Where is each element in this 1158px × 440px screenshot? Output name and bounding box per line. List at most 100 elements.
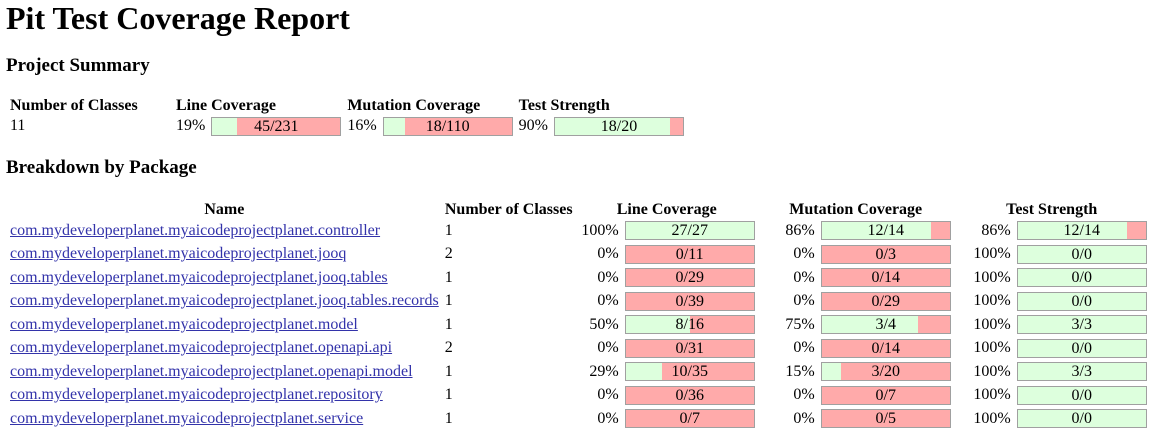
mutation-coverage-bar-label: 0/29 bbox=[871, 292, 900, 310]
table-row: com.mydeveloperplanet.myaicodeprojectpla… bbox=[8, 313, 1149, 337]
package-link[interactable]: com.mydeveloperplanet.myaicodeprojectpla… bbox=[10, 363, 413, 380]
summary-classes-header: Number of Classes bbox=[10, 97, 138, 114]
table-row: com.mydeveloperplanet.myaicodeprojectpla… bbox=[8, 290, 1149, 314]
project-summary-heading: Project Summary bbox=[6, 55, 150, 76]
summary-mutation-header: Mutation Coverage bbox=[347, 97, 481, 114]
summary-line-pct: 19% bbox=[176, 117, 206, 134]
breakdown-header-row: Name Number of Classes Line Coverage Mut… bbox=[8, 197, 1149, 219]
strength-bar-cell: 0/0 bbox=[1015, 290, 1149, 314]
line-coverage-bar-label: 0/36 bbox=[675, 386, 704, 404]
line-coverage-bar: 8/16 bbox=[624, 315, 755, 335]
line-pct-cell: 0% bbox=[597, 292, 619, 310]
strength-pct-cell: 100% bbox=[973, 245, 1011, 263]
strength-coverage-bar: 0/0 bbox=[1016, 268, 1147, 288]
line-coverage-bar: 0/39 bbox=[624, 291, 755, 311]
breakdown-line-header: Line Coverage bbox=[616, 201, 717, 218]
summary-line-header: Line Coverage bbox=[176, 97, 276, 114]
strength-pct-cell: 100% bbox=[973, 339, 1011, 357]
package-link[interactable]: com.mydeveloperplanet.myaicodeprojectpla… bbox=[10, 410, 363, 427]
mutation-coverage-bar: 12/14 bbox=[820, 221, 951, 241]
strength-coverage-bar-label: 3/3 bbox=[1071, 363, 1092, 381]
line-pct-cell: 0% bbox=[597, 339, 619, 357]
summary-mutation-bar: 18/110 bbox=[382, 116, 513, 136]
line-bar-cell: 0/11 bbox=[623, 243, 757, 267]
summary-mutation-bar-label: 18/110 bbox=[425, 117, 470, 135]
mutation-coverage-bar-label: 0/14 bbox=[871, 339, 900, 357]
line-coverage-bar-label: 27/27 bbox=[671, 222, 708, 240]
breakdown-heading: Breakdown by Package bbox=[6, 157, 197, 178]
mutation-coverage-bar: 0/29 bbox=[820, 291, 951, 311]
strength-pct-cell: 100% bbox=[973, 268, 1011, 286]
line-coverage-bar-label: 0/11 bbox=[675, 245, 704, 263]
summary-line-bar: 45/231 bbox=[211, 116, 342, 136]
strength-coverage-bar: 0/0 bbox=[1016, 244, 1147, 264]
package-link[interactable]: com.mydeveloperplanet.myaicodeprojectpla… bbox=[10, 316, 358, 333]
mutation-coverage-bar-label: 12/14 bbox=[867, 222, 904, 240]
mutation-pct-cell: 75% bbox=[785, 315, 815, 333]
strength-coverage-bar: 0/0 bbox=[1016, 385, 1147, 405]
strength-coverage-bar-label: 0/0 bbox=[1071, 386, 1092, 404]
summary-line-cell: 45/231 bbox=[209, 115, 343, 137]
mutation-bar-cell: 0/3 bbox=[819, 243, 953, 267]
mutation-bar-cell: 0/14 bbox=[819, 266, 953, 290]
summary-line-bar-label: 45/231 bbox=[254, 117, 299, 135]
summary-header-row: Number of Classes Line Coverage Mutation… bbox=[8, 95, 686, 115]
package-classes-cell: 1 bbox=[444, 292, 453, 310]
mutation-bar-cell: 3/20 bbox=[819, 360, 953, 384]
line-bar-cell: 10/35 bbox=[623, 360, 757, 384]
table-row: com.mydeveloperplanet.myaicodeprojectpla… bbox=[8, 337, 1149, 361]
strength-coverage-bar: 0/0 bbox=[1016, 409, 1147, 429]
mutation-pct-cell: 0% bbox=[793, 292, 815, 310]
strength-bar-cell: 0/0 bbox=[1015, 337, 1149, 361]
line-coverage-bar: 0/36 bbox=[624, 385, 755, 405]
summary-strength-cell: 18/20 bbox=[552, 115, 686, 137]
mutation-bar-cell: 3/4 bbox=[819, 313, 953, 337]
line-coverage-bar: 27/27 bbox=[624, 221, 755, 241]
mutation-pct-cell: 86% bbox=[785, 221, 815, 239]
strength-bar-cell: 0/0 bbox=[1015, 407, 1149, 431]
mutation-pct-cell: 0% bbox=[793, 409, 815, 427]
package-link[interactable]: com.mydeveloperplanet.myaicodeprojectpla… bbox=[10, 222, 380, 239]
mutation-pct-cell: 0% bbox=[793, 268, 815, 286]
mutation-pct-cell: 0% bbox=[793, 245, 815, 263]
line-bar-cell: 0/7 bbox=[623, 407, 757, 431]
breakdown-name-header: Name bbox=[204, 201, 245, 218]
line-coverage-bar-label: 0/29 bbox=[675, 269, 704, 287]
table-row: com.mydeveloperplanet.myaicodeprojectpla… bbox=[8, 219, 1149, 243]
summary-strength-header: Test Strength bbox=[518, 97, 610, 114]
summary-strength-bar-label: 18/20 bbox=[600, 117, 638, 135]
mutation-pct-cell: 15% bbox=[785, 362, 815, 380]
strength-coverage-bar-label: 0/0 bbox=[1071, 292, 1092, 310]
strength-coverage-bar-label: 3/3 bbox=[1071, 316, 1092, 334]
package-classes-cell: 1 bbox=[444, 268, 453, 286]
mutation-bar-cell: 12/14 bbox=[819, 219, 953, 243]
line-coverage-bar-label: 8/16 bbox=[675, 316, 704, 334]
table-row: com.mydeveloperplanet.myaicodeprojectpla… bbox=[8, 360, 1149, 384]
line-pct-cell: 0% bbox=[597, 386, 619, 404]
line-coverage-bar: 0/31 bbox=[624, 338, 755, 358]
strength-bar-cell: 0/0 bbox=[1015, 384, 1149, 408]
package-classes-cell: 1 bbox=[444, 409, 453, 427]
package-link[interactable]: com.mydeveloperplanet.myaicodeprojectpla… bbox=[10, 292, 439, 309]
line-coverage-bar: 10/35 bbox=[624, 362, 755, 382]
package-classes-cell: 1 bbox=[444, 362, 453, 380]
package-link[interactable]: com.mydeveloperplanet.myaicodeprojectpla… bbox=[10, 386, 383, 403]
mutation-coverage-bar: 0/7 bbox=[820, 385, 951, 405]
package-link[interactable]: com.mydeveloperplanet.myaicodeprojectpla… bbox=[10, 339, 392, 356]
mutation-bar-cell: 0/5 bbox=[819, 407, 953, 431]
mutation-coverage-bar-label: 3/20 bbox=[871, 363, 900, 381]
strength-coverage-bar-label: 0/0 bbox=[1071, 269, 1092, 287]
package-link[interactable]: com.mydeveloperplanet.myaicodeprojectpla… bbox=[10, 269, 388, 286]
summary-row: 11 19% 45/231 16% 18/110 90% 18/20 bbox=[8, 115, 686, 137]
mutation-coverage-bar-label: 3/4 bbox=[875, 316, 896, 334]
mutation-coverage-bar-label: 0/14 bbox=[871, 269, 900, 287]
strength-pct-cell: 100% bbox=[973, 409, 1011, 427]
strength-coverage-bar: 0/0 bbox=[1016, 291, 1147, 311]
package-name-cell: com.mydeveloperplanet.myaicodeprojectpla… bbox=[8, 266, 441, 290]
strength-pct-cell: 100% bbox=[973, 315, 1011, 333]
package-name-cell: com.mydeveloperplanet.myaicodeprojectpla… bbox=[8, 407, 441, 431]
package-name-cell: com.mydeveloperplanet.myaicodeprojectpla… bbox=[8, 219, 441, 243]
package-link[interactable]: com.mydeveloperplanet.myaicodeprojectpla… bbox=[10, 245, 346, 262]
strength-coverage-bar-label: 0/0 bbox=[1071, 410, 1092, 428]
mutation-coverage-bar: 0/14 bbox=[820, 338, 951, 358]
